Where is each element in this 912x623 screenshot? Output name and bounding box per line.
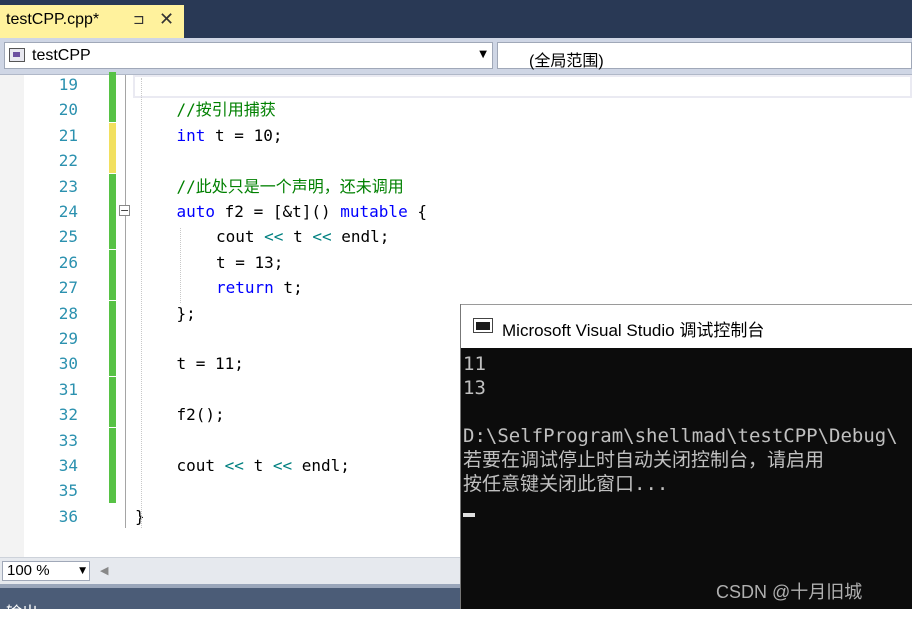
change-marker [109,427,116,453]
tab-testcpp[interactable]: testCPP.cpp* ⊐ ✕ [0,5,184,38]
scope-label: (全局范围) [529,53,604,70]
chevron-down-icon[interactable]: ▼ [479,49,487,60]
code-text: } [135,506,145,526]
code-text: return t; [216,278,303,298]
chevron-down-icon[interactable]: ▼ [79,566,86,576]
change-marker [109,275,116,301]
line-number: 21 [58,125,78,145]
pin-icon[interactable]: ⊐ [133,12,145,28]
output-panel-title: 输出 [6,605,39,622]
line-number: 36 [58,506,78,526]
change-marker [109,402,116,428]
change-marker [109,326,116,351]
line-number: 29 [58,329,78,348]
code-text: cout << t << endl; [176,456,350,475]
project-label: testCPP [32,47,91,64]
indent-guide [141,78,142,528]
scope-dropdown[interactable]: (全局范围) [497,42,912,70]
code-line[interactable]: 24 auto f2 = [&t]() mutable { [0,199,912,224]
line-number: 23 [58,176,78,196]
line-number: 33 [58,430,78,450]
line-number: 25 [58,227,78,247]
console-titlebar[interactable]: Microsoft Visual Studio 调试控制台 [461,304,912,348]
line-number: 24 [58,202,78,221]
project-icon [9,48,25,62]
indent-guide-inner [180,228,181,303]
line-number: 32 [58,405,78,425]
outline-line-bottom [125,328,126,528]
line-number: 35 [58,481,78,501]
current-line-highlight [133,75,912,98]
code-line[interactable]: 21 int t = 10; [0,122,912,148]
line-number: 34 [58,456,78,475]
line-number: 19 [58,75,78,94]
change-marker [109,173,116,199]
change-marker [109,199,116,224]
collapse-icon[interactable]: − [119,205,130,216]
outline-line [125,216,126,328]
code-line[interactable]: 25 cout << t << endl; [0,224,912,250]
zoom-dropdown[interactable]: 100 % ▼ [2,561,90,581]
line-number: 27 [58,278,78,298]
line-number: 26 [58,252,78,272]
change-marker [109,300,116,326]
line-number: 28 [58,303,78,323]
tab-title: testCPP.cpp* [6,11,100,28]
code-text: }; [176,303,196,323]
console-app-icon [473,318,493,333]
change-marker [109,478,116,504]
debug-console-window[interactable]: Microsoft Visual Studio 调试控制台 11 13 D:\S… [460,304,912,609]
change-marker [109,249,116,275]
zoom-value: 100 % [7,562,50,579]
navigation-bar: testCPP ▼ (全局范围) [0,38,912,75]
change-marker [109,376,116,402]
code-text: cout << t << endl; [216,227,390,247]
change-marker [109,148,116,174]
code-text: auto f2 = [&t]() mutable { [176,202,427,221]
code-text: t = 13; [216,252,284,272]
change-marker [109,351,116,377]
change-marker [109,224,116,250]
close-icon[interactable]: ✕ [159,9,174,30]
change-marker [109,97,116,123]
code-text: //此处只是一个声明，还未调用 [176,176,404,196]
code-line[interactable]: 27 return t; [0,275,912,301]
outline-line-outer [125,75,126,205]
change-marker [109,72,116,97]
watermark: CSDN @十月旧城 [716,582,863,602]
line-number: 20 [58,100,78,120]
console-title: Microsoft Visual Studio 调试控制台 [502,321,765,340]
code-line[interactable]: 26 t = 13; [0,249,912,275]
line-number: 22 [58,151,78,171]
code-line[interactable]: 20 //按引用捕获 [0,97,912,123]
change-marker [109,453,116,478]
code-line[interactable]: 22 [0,148,912,174]
scroll-left-icon[interactable]: ◀ [100,564,108,577]
code-text: //按引用捕获 [176,100,276,120]
output-panel-edge [0,584,460,588]
line-number: 31 [58,379,78,399]
code-line[interactable]: 23 //此处只是一个声明，还未调用 [0,173,912,199]
console-cursor [463,513,475,517]
code-text: t = 11; [176,354,244,374]
change-marker [109,122,116,148]
project-dropdown[interactable]: testCPP ▼ [4,42,493,69]
console-output: 11 13 D:\SelfProgram\shellmad\testCPP\De… [463,353,898,495]
document-tab-strip: testCPP.cpp* ⊐ ✕ [0,0,912,38]
line-number: 30 [58,354,78,374]
code-text: f2(); [176,405,225,425]
code-text: int t = 10; [176,125,283,145]
